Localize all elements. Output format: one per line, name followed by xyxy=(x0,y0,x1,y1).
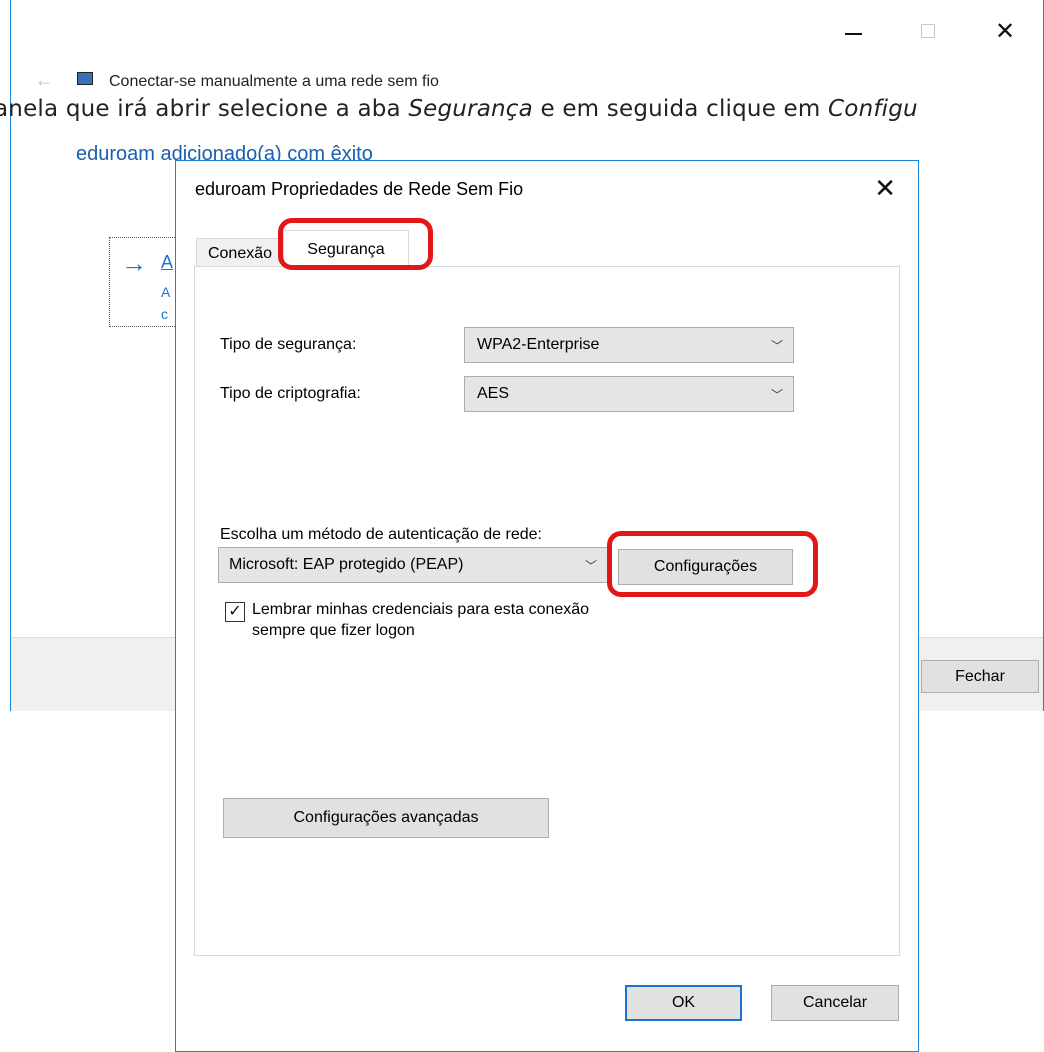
remember-line-2: sempre que fizer logon xyxy=(252,622,415,639)
link-title[interactable]: A xyxy=(161,252,173,273)
auth-method-label: Escolha um método de autenticação de red… xyxy=(220,526,542,543)
window-breadcrumb: Conectar-se manualmente a uma rede sem f… xyxy=(109,73,439,90)
auth-method-select[interactable]: Microsoft: EAP protegido (PEAP) ﹀ xyxy=(218,547,608,583)
instruction-button-name: Configu xyxy=(828,96,918,122)
settings-button[interactable]: Configurações xyxy=(618,549,793,585)
maximize-button[interactable] xyxy=(891,0,967,64)
tab-seguranca[interactable]: Segurança xyxy=(283,230,409,268)
instruction-prefix: anela que irá abrir selecione a aba xyxy=(0,96,409,122)
maximize-icon xyxy=(921,24,935,38)
wireless-properties-dialog: eduroam Propriedades de Rede Sem Fio ✕ C… xyxy=(175,160,919,1052)
tab-conexao[interactable]: Conexão xyxy=(196,238,284,268)
auth-method-value: Microsoft: EAP protegido (PEAP) xyxy=(229,556,464,573)
dialog-close-icon[interactable]: ✕ xyxy=(874,173,896,203)
minimize-button[interactable] xyxy=(815,0,891,64)
instruction-tab-name: Segurança xyxy=(408,96,533,122)
minimize-icon xyxy=(845,33,862,35)
advanced-settings-button[interactable]: Configurações avançadas xyxy=(223,798,549,838)
arrow-right-icon: → xyxy=(121,248,147,278)
security-type-value: WPA2-Enterprise xyxy=(477,336,600,353)
chevron-down-icon: ﹀ xyxy=(770,339,783,353)
encryption-type-label: Tipo de criptografia: xyxy=(220,385,361,402)
security-type-label: Tipo de segurança: xyxy=(220,336,357,353)
remember-credentials-checkbox[interactable]: ✓ xyxy=(225,602,245,622)
instruction-middle: e em seguida clique em xyxy=(532,96,829,122)
chevron-down-icon: ﹀ xyxy=(584,559,597,573)
instruction-text: anela que irá abrir selecione a aba Segu… xyxy=(0,96,918,122)
close-window-button[interactable]: ✕ xyxy=(967,0,1043,64)
back-arrow-icon[interactable]: ← xyxy=(35,70,53,91)
dialog-title: eduroam Propriedades de Rede Sem Fio xyxy=(195,179,524,199)
remember-line-1: Lembrar minhas credenciais para esta con… xyxy=(252,601,590,618)
link-subtitle-2: c xyxy=(161,306,168,322)
window-controls: ✕ xyxy=(815,0,1043,64)
security-type-select[interactable]: WPA2-Enterprise ﹀ xyxy=(464,327,794,363)
fechar-button[interactable]: Fechar xyxy=(921,660,1039,693)
ok-button[interactable]: OK xyxy=(625,985,742,1021)
network-icon xyxy=(77,72,93,85)
close-icon: ✕ xyxy=(995,18,1016,45)
encryption-type-select[interactable]: AES ﹀ xyxy=(464,376,794,412)
chevron-down-icon: ﹀ xyxy=(770,388,783,402)
encryption-type-value: AES xyxy=(477,385,510,402)
link-subtitle-1: A xyxy=(161,284,171,300)
cancel-button[interactable]: Cancelar xyxy=(771,985,899,1021)
